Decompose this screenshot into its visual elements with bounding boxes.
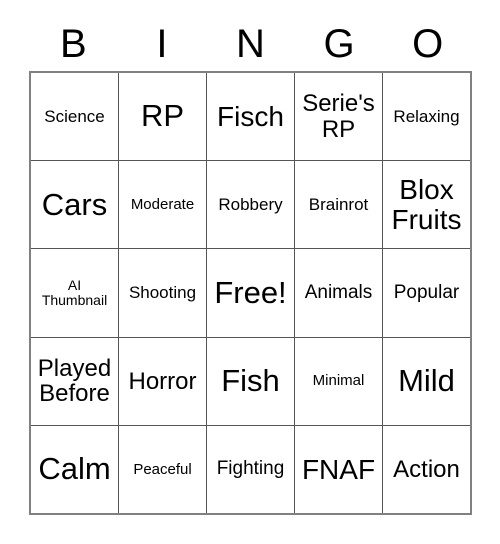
bingo-cell-label: Serie's RP — [302, 90, 375, 143]
bingo-cell[interactable]: Fish — [206, 337, 294, 425]
bingo-cell[interactable]: Fighting — [206, 425, 294, 514]
bingo-cell-label: Relaxing — [393, 106, 460, 126]
bingo-free-space-label: Free! — [214, 274, 287, 310]
bingo-cell-label: Played Before — [37, 355, 112, 408]
bingo-cell-label: Robbery — [218, 194, 283, 214]
bingo-cell[interactable]: Horror — [118, 337, 206, 425]
bingo-cell-label: Popular — [393, 282, 460, 304]
header-letter-b: B — [59, 21, 87, 66]
bingo-cell[interactable]: Shooting — [118, 249, 206, 337]
bingo-cell-label: Peaceful — [133, 460, 192, 478]
bingo-cell-label: Minimal — [312, 372, 365, 390]
bingo-cell[interactable]: Brainrot — [294, 161, 382, 249]
bingo-cell[interactable]: Fisch — [206, 73, 294, 161]
bingo-cell[interactable]: Relaxing — [382, 73, 470, 161]
bingo-cell[interactable]: Popular — [382, 249, 470, 337]
bingo-cell-label: Shooting — [128, 283, 197, 303]
bingo-cell-label: Cars — [41, 186, 108, 222]
bingo-cell-label: Action — [393, 455, 460, 483]
bingo-grid: Science RP Fisch Serie's RP Relaxing Car… — [29, 71, 472, 515]
bingo-cell[interactable]: Mild — [382, 337, 470, 425]
bingo-header-row: B I N G O — [29, 16, 472, 71]
bingo-card: B I N G O Science RP Fisch Serie's RP Re… — [0, 0, 500, 544]
bingo-cell-label: AI Thumbnail — [41, 277, 108, 308]
bingo-cell-label: Fish — [221, 362, 280, 398]
header-letter-n: N — [236, 21, 265, 66]
bingo-cell[interactable]: Action — [382, 425, 470, 514]
bingo-cell-label: Brainrot — [308, 194, 369, 214]
bingo-row: AI Thumbnail Shooting Free! Animals Popu… — [31, 248, 470, 337]
bingo-cell-label: Mild — [398, 362, 455, 398]
bingo-cell-label: Blox Fruits — [391, 174, 462, 235]
bingo-row: Cars Moderate Robbery Brainrot Blox Frui… — [31, 160, 470, 249]
bingo-cell[interactable]: Robbery — [206, 161, 294, 249]
bingo-cell-label: FNAF — [301, 453, 376, 485]
bingo-cell[interactable]: RP — [118, 73, 206, 161]
bingo-cell[interactable]: Peaceful — [118, 425, 206, 514]
bingo-free-space-cell[interactable]: Free! — [206, 249, 294, 337]
bingo-cell[interactable]: Animals — [294, 249, 382, 337]
bingo-row: Calm Peaceful Fighting FNAF Action — [31, 424, 470, 514]
bingo-cell[interactable]: Minimal — [294, 337, 382, 425]
bingo-cell[interactable]: Science — [31, 73, 118, 160]
bingo-cell-label: Science — [44, 106, 105, 126]
bingo-cell-label: Horror — [128, 367, 197, 395]
bingo-cell-label: RP — [140, 98, 185, 134]
bingo-cell-label: Fisch — [217, 100, 284, 132]
bingo-cell[interactable]: Serie's RP — [294, 73, 382, 161]
bingo-row: Science RP Fisch Serie's RP Relaxing — [31, 73, 470, 161]
bingo-cell-label: Animals — [304, 282, 373, 304]
bingo-cell[interactable]: Played Before — [31, 338, 118, 425]
bingo-cell-label: Fighting — [216, 458, 285, 480]
bingo-cell[interactable]: AI Thumbnail — [31, 249, 118, 336]
header-letter-o: O — [412, 21, 444, 66]
bingo-cell[interactable]: Moderate — [118, 161, 206, 249]
header-letter-i: I — [156, 21, 168, 66]
bingo-row: Played Before Horror Fish Minimal Mild — [31, 336, 470, 425]
bingo-cell[interactable]: FNAF — [294, 425, 382, 514]
bingo-cell[interactable]: Blox Fruits — [382, 161, 470, 249]
bingo-cell[interactable]: Cars — [31, 161, 118, 248]
bingo-cell-label: Moderate — [130, 195, 195, 213]
bingo-cell[interactable]: Calm — [31, 426, 118, 513]
header-letter-g: G — [323, 21, 355, 66]
bingo-cell-label: Calm — [38, 451, 111, 487]
